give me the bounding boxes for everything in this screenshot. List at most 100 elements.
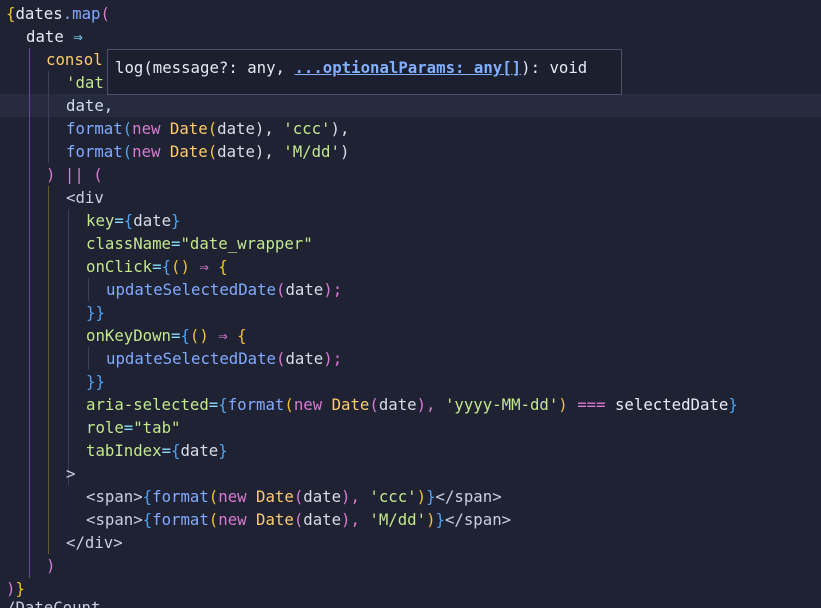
token: ), bbox=[341, 487, 370, 506]
token: ), bbox=[416, 395, 445, 414]
token: { bbox=[142, 487, 153, 506]
token: === bbox=[567, 395, 615, 414]
code-line: updateSelectedDate(date); bbox=[0, 347, 342, 370]
token: ( bbox=[207, 119, 218, 138]
current-line-highlight bbox=[0, 94, 821, 117]
code-line: 'dat bbox=[0, 71, 104, 94]
token: ( bbox=[208, 510, 219, 529]
token: Date bbox=[169, 119, 208, 138]
token: { bbox=[142, 510, 153, 529]
token: selectedDate bbox=[614, 395, 729, 414]
token: consol bbox=[46, 50, 103, 69]
token: ( bbox=[284, 395, 294, 414]
token: () bbox=[189, 326, 209, 345]
token: className bbox=[86, 234, 172, 253]
token: date bbox=[217, 142, 255, 161]
code-line: onClick={() ⇒ { bbox=[0, 255, 228, 278]
token: } bbox=[728, 395, 738, 414]
token: Date bbox=[256, 510, 294, 529]
token: key bbox=[86, 211, 115, 230]
token: <span> bbox=[86, 510, 143, 529]
signature-prefix: log(message?: any, bbox=[115, 58, 295, 77]
token: ( bbox=[122, 142, 133, 161]
token: updateSelectedDate bbox=[106, 349, 277, 368]
code-line: key={date} bbox=[0, 209, 180, 232]
token: role bbox=[86, 418, 124, 437]
code-line: onKeyDown={() ⇒ { bbox=[0, 324, 247, 347]
token: ) bbox=[426, 510, 436, 529]
token: ( bbox=[369, 395, 379, 414]
token: 'ccc' bbox=[369, 487, 417, 506]
code-line: <span>{format(new Date(date), 'ccc')}</s… bbox=[0, 485, 502, 508]
token: updateSelectedDate bbox=[106, 280, 277, 299]
code-editor[interactable]: {dates.map( date ⇒ consol 'dat date, for… bbox=[0, 0, 821, 608]
token: "tab" bbox=[133, 418, 181, 437]
token: ⇒ bbox=[208, 326, 238, 345]
token: ( bbox=[207, 142, 218, 161]
token: date bbox=[303, 487, 342, 506]
token: { bbox=[218, 257, 228, 276]
token: date bbox=[133, 211, 172, 230]
code-line: /DateCount bbox=[0, 596, 100, 608]
token: onKeyDown bbox=[86, 326, 172, 345]
token: ), bbox=[254, 142, 284, 161]
code-line: </div> bbox=[0, 531, 123, 554]
token: { bbox=[180, 326, 190, 345]
token: { bbox=[218, 395, 228, 414]
code-line: > bbox=[0, 462, 75, 485]
token: 'ccc' bbox=[283, 119, 331, 138]
token: date bbox=[26, 27, 64, 46]
token: } bbox=[171, 211, 181, 230]
token: 'M/dd' bbox=[369, 510, 427, 529]
code-line: aria-selected={format(new Date(date), 'y… bbox=[0, 393, 738, 416]
token: date bbox=[217, 119, 255, 138]
token: new bbox=[132, 142, 170, 161]
token: ( bbox=[100, 4, 110, 23]
code-line: <span>{format(new Date(date), 'M/dd')}</… bbox=[0, 508, 511, 531]
token: format bbox=[227, 395, 285, 414]
token: }} bbox=[86, 372, 105, 391]
token: ⇒ bbox=[63, 27, 83, 46]
token: ⇒ bbox=[189, 257, 219, 276]
code-line: role="tab" bbox=[0, 416, 180, 439]
token: } bbox=[218, 441, 228, 460]
token: </span> bbox=[435, 487, 502, 506]
signature-suffix: ): void bbox=[521, 58, 588, 77]
token: = bbox=[114, 211, 124, 230]
token: ( bbox=[122, 119, 133, 138]
token: { bbox=[123, 211, 134, 230]
token: ); bbox=[323, 280, 343, 299]
token: date bbox=[285, 280, 324, 299]
token: format bbox=[152, 510, 209, 529]
token: date bbox=[303, 510, 342, 529]
token: } bbox=[435, 510, 445, 529]
token: <span> bbox=[86, 487, 143, 506]
token: new bbox=[218, 487, 257, 506]
token: = bbox=[152, 257, 162, 276]
token: dates bbox=[15, 4, 63, 23]
token: { bbox=[237, 326, 247, 345]
token: /DateCount bbox=[6, 598, 101, 608]
parameter-hint-tooltip: log(message?: any, ...optionalParams: an… bbox=[107, 49, 622, 95]
token: 'M/dd' bbox=[283, 142, 340, 161]
token: new bbox=[293, 395, 332, 414]
signature-text: log(message?: any, ...optionalParams: an… bbox=[115, 57, 587, 79]
code-line: {dates.map( bbox=[0, 2, 110, 25]
token: Date bbox=[331, 395, 370, 414]
token: ), bbox=[341, 510, 370, 529]
token: = bbox=[123, 418, 134, 437]
code-line: }} bbox=[0, 370, 105, 393]
token: new bbox=[132, 119, 170, 138]
token: } bbox=[426, 487, 436, 506]
token: { bbox=[161, 257, 172, 276]
token: </span> bbox=[444, 510, 512, 529]
code-line: ) || ( bbox=[0, 163, 103, 186]
token: format bbox=[66, 142, 123, 161]
token: > bbox=[66, 464, 76, 483]
token: }} bbox=[86, 303, 105, 322]
token: <div bbox=[66, 188, 104, 207]
code-line: className="date_wrapper" bbox=[0, 232, 313, 255]
token: new bbox=[218, 510, 257, 529]
token: format bbox=[66, 119, 123, 138]
token: ( bbox=[293, 487, 304, 506]
